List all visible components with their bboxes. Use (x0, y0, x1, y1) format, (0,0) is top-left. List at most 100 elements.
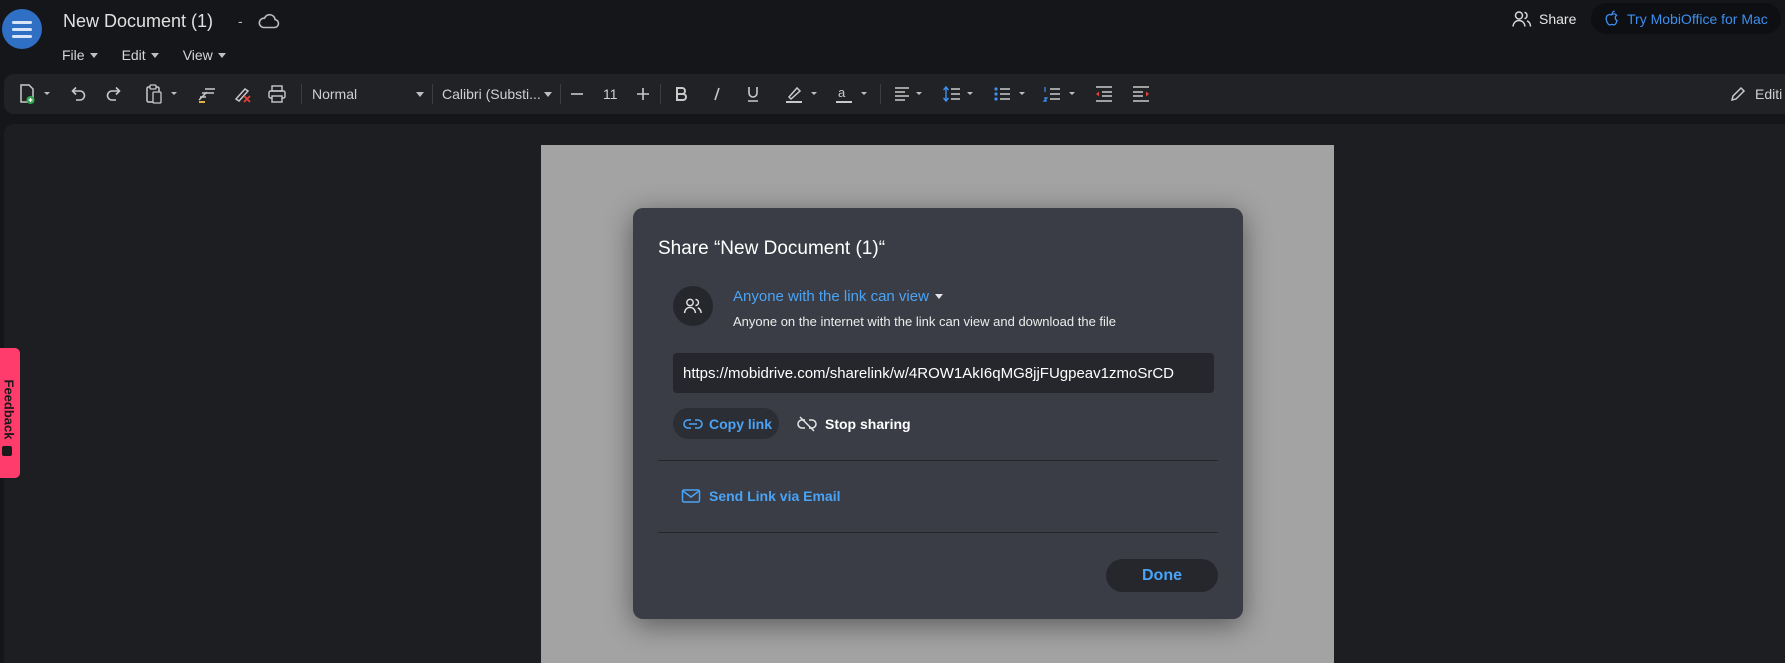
formatting-toolbar: Normal Calibri (Substi... 11 a Editi (4, 74, 1785, 114)
stop-sharing-label: Stop sharing (825, 415, 911, 432)
feedback-icon (2, 446, 12, 456)
print-button[interactable] (267, 74, 287, 114)
paragraph-style-value: Normal (312, 86, 358, 102)
decrease-indent-button[interactable] (1094, 74, 1114, 114)
paste-button[interactable] (144, 74, 180, 114)
hamburger-icon[interactable] (2, 9, 42, 49)
italic-button[interactable] (708, 74, 726, 114)
editing-mode-button[interactable]: Editi (1729, 74, 1782, 114)
chevron-down-icon (544, 92, 552, 97)
title-separator: - (238, 13, 243, 29)
menu-view-label: View (182, 47, 213, 63)
app-window: New Document (1) - File Edit View Share … (0, 0, 1785, 663)
numbered-list-button[interactable] (1042, 74, 1078, 114)
header-share-button[interactable]: Share (1512, 8, 1576, 30)
redo-icon (106, 86, 121, 101)
dialog-divider (658, 460, 1218, 461)
font-family-dropdown[interactable]: Calibri (Substi... (442, 74, 554, 114)
toolbar-divider (660, 84, 661, 104)
menu-file[interactable]: File (62, 47, 98, 63)
chevron-down-icon (89, 52, 98, 58)
menu-edit[interactable]: Edit (122, 47, 159, 63)
new-file-icon (20, 84, 50, 104)
toolbar-divider (560, 84, 561, 104)
align-left-icon (895, 87, 922, 101)
clear-formatting-button[interactable] (231, 74, 253, 114)
link-icon (683, 418, 703, 429)
editing-mode-label: Editi (1755, 86, 1783, 102)
toolbar-divider (432, 84, 433, 104)
redo-button[interactable] (104, 74, 124, 114)
copy-link-button[interactable]: Copy link (673, 408, 779, 439)
title-bar: New Document (1) - File Edit View Share … (0, 0, 1785, 70)
cloud-icon (258, 13, 280, 29)
toolbar-divider (880, 84, 881, 104)
clear-format-icon (234, 88, 251, 103)
people-icon (673, 286, 713, 326)
line-spacing-icon (942, 85, 973, 103)
new-document-button[interactable] (18, 74, 52, 114)
minus-icon (571, 93, 583, 95)
menu-file-label: File (62, 47, 85, 63)
numbered-list-icon (1042, 87, 1075, 102)
pencil-icon (1730, 86, 1746, 102)
copy-link-label: Copy link (709, 415, 773, 432)
plus-icon (637, 88, 649, 100)
bullet-list-button[interactable] (992, 74, 1028, 114)
dialog-divider (658, 532, 1218, 533)
underline-button[interactable] (744, 74, 762, 114)
share-dialog: Share “New Document (1)“ Anyone with the… (633, 208, 1243, 619)
send-link-email-label: Send Link via Email (709, 488, 841, 504)
bullet-list-icon (994, 87, 1025, 101)
stop-sharing-button[interactable]: Stop sharing (797, 408, 911, 439)
italic-icon (714, 87, 720, 101)
menu-edit-label: Edit (121, 47, 146, 63)
header-share-label: Share (1539, 11, 1577, 27)
text-align-button[interactable] (892, 74, 928, 114)
undo-button[interactable] (68, 74, 88, 114)
menu-view[interactable]: View (183, 47, 226, 63)
envelope-icon (681, 489, 701, 503)
indent-icon (1133, 86, 1149, 102)
highlight-color-button[interactable] (784, 74, 820, 114)
apple-icon (1605, 10, 1618, 26)
line-spacing-button[interactable] (942, 74, 978, 114)
done-button[interactable]: Done (1106, 559, 1218, 592)
underline-icon (748, 87, 758, 102)
font-family-value: Calibri (Substi... (442, 86, 541, 102)
increase-font-size-button[interactable] (635, 74, 651, 114)
format-painter-icon (198, 88, 215, 103)
outdent-icon (1096, 86, 1112, 102)
printer-icon (268, 85, 286, 103)
font-color-icon: a (836, 85, 867, 103)
chevron-down-icon (150, 52, 159, 58)
menu-bar: File Edit View (62, 47, 226, 63)
chevron-down-icon (934, 294, 943, 299)
bold-button[interactable] (672, 74, 690, 114)
font-color-button[interactable]: a (834, 74, 870, 114)
link-off-icon (797, 415, 817, 432)
bold-icon (676, 87, 687, 101)
decrease-font-size-button[interactable] (569, 74, 585, 114)
dialog-title: Share “New Document (1)“ (658, 238, 886, 259)
send-link-email-button[interactable]: Send Link via Email (681, 486, 841, 506)
permission-description: Anyone on the internet with the link can… (733, 314, 1117, 329)
link-permission-dropdown[interactable]: Anyone with the link can view (733, 288, 943, 305)
try-mac-label: Try MobiOffice for Mac (1627, 10, 1768, 27)
toolbar-divider (301, 84, 302, 104)
paragraph-style-dropdown[interactable]: Normal (312, 74, 426, 114)
link-permission-label: Anyone with the link can view (733, 288, 929, 305)
share-link-field[interactable] (673, 353, 1214, 393)
people-icon (1512, 11, 1532, 27)
format-painter-button[interactable] (196, 74, 218, 114)
feedback-tab[interactable]: Feedback (0, 348, 20, 478)
chevron-down-icon (217, 52, 226, 58)
document-title[interactable]: New Document (1) (63, 11, 213, 32)
chevron-down-icon (416, 92, 424, 97)
feedback-label: Feedback (1, 379, 17, 440)
font-size-value[interactable]: 11 (603, 74, 618, 114)
clipboard-icon (146, 84, 177, 104)
highlighter-icon (786, 86, 817, 103)
increase-indent-button[interactable] (1131, 74, 1151, 114)
try-mac-button[interactable]: Try MobiOffice for Mac (1591, 3, 1781, 34)
